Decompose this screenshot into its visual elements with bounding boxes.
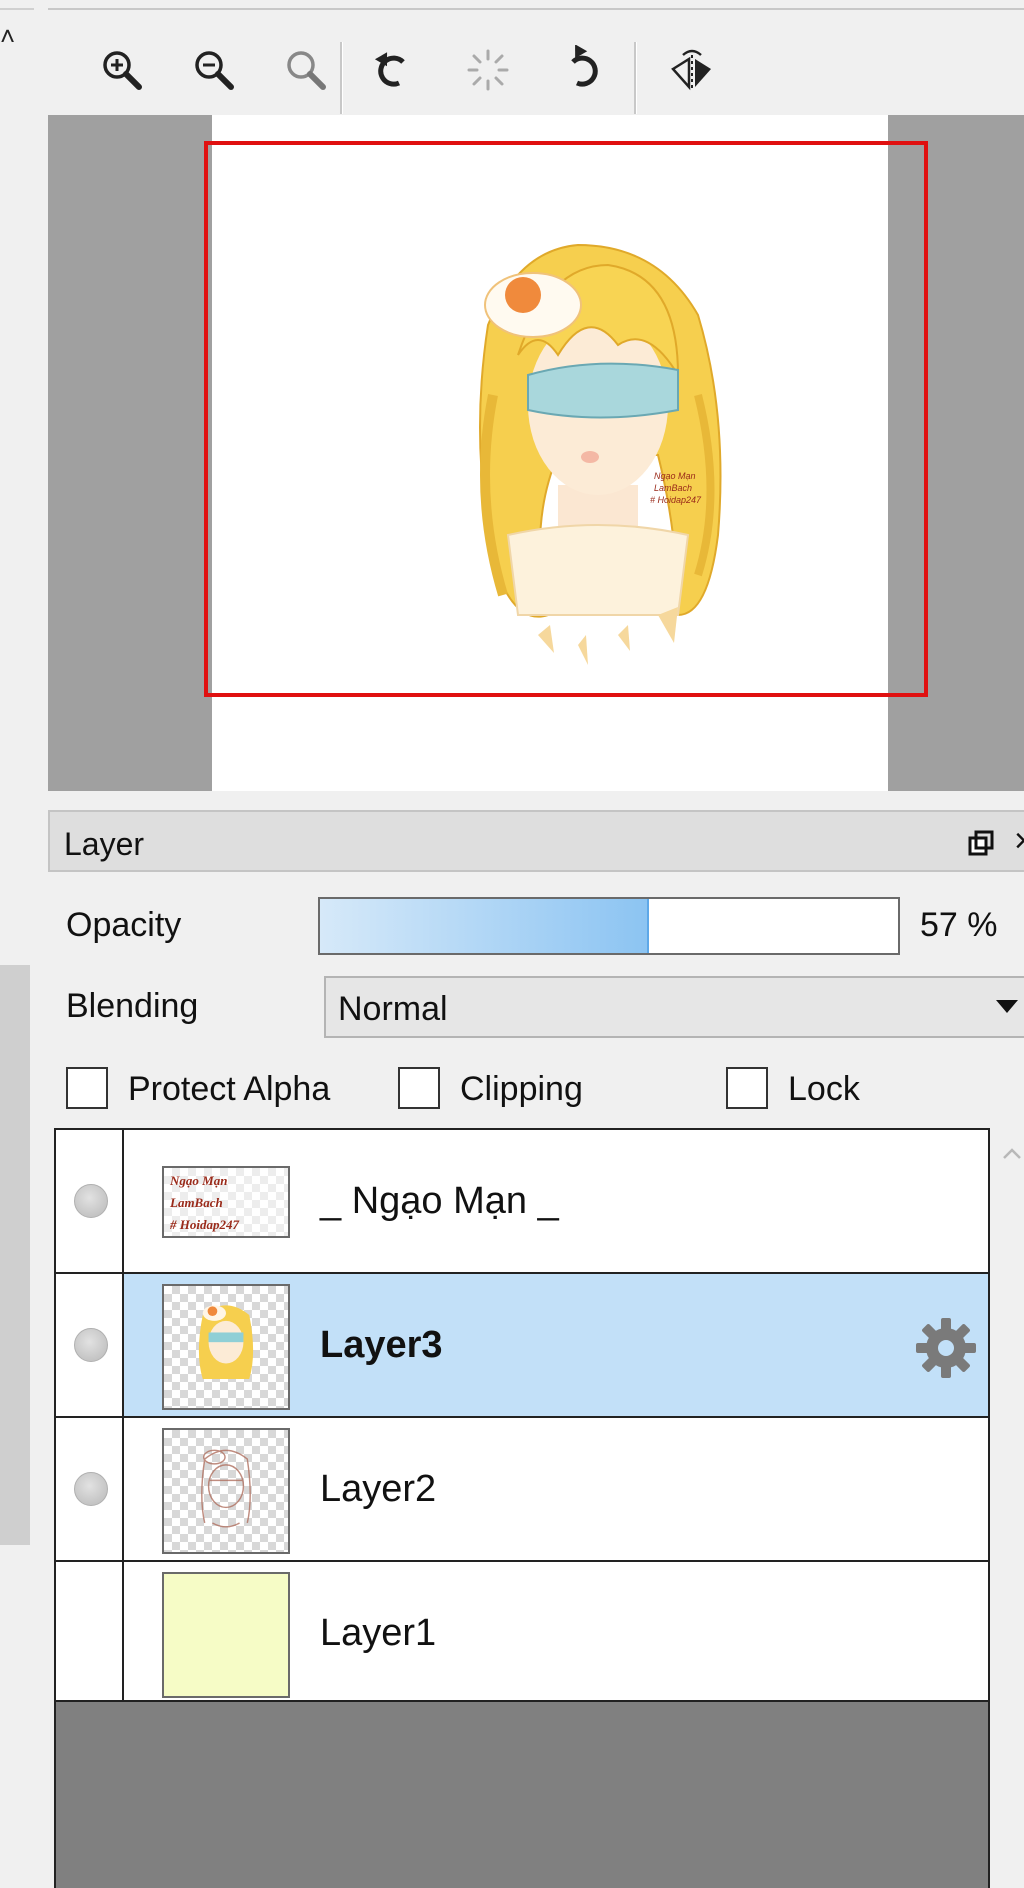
layer-row[interactable]: Layer2 [56, 1418, 988, 1562]
lock-checkbox[interactable] [726, 1067, 768, 1109]
collapse-up-icon[interactable]: ˄ [0, 23, 16, 49]
zoom-out-button[interactable] [184, 40, 244, 100]
layer-thumbnail: Ngạo Mạn LamBach # Hoidap247 [162, 1166, 290, 1238]
left-panel-edge [0, 0, 34, 10]
opacity-value: 57 % [920, 906, 998, 944]
visibility-toggle[interactable] [56, 1130, 124, 1272]
visibility-toggle[interactable] [56, 1418, 124, 1560]
blending-dropdown[interactable]: Normal [324, 976, 1024, 1038]
navigator-toolbar [48, 14, 1024, 114]
flip-horizontal-icon [671, 49, 711, 91]
visibility-toggle[interactable] [56, 1562, 124, 1700]
scroll-up-chevron-icon[interactable] [1002, 1144, 1022, 1164]
left-scrollbar[interactable] [0, 965, 30, 1545]
flip-horizontal-button[interactable] [662, 40, 722, 100]
rotate-right-button[interactable] [552, 40, 612, 100]
panel-top-border [48, 0, 1024, 10]
layer-name: _ Ngạo Mạn _ [320, 1180, 559, 1222]
lock-label: Lock [788, 1070, 860, 1108]
clipping-label: Clipping [460, 1070, 583, 1108]
zoom-in-button[interactable] [92, 40, 152, 100]
viewport-indicator[interactable] [204, 141, 928, 697]
thumbnail-text-line: # Hoidap247 [170, 1217, 239, 1232]
visibility-toggle[interactable] [56, 1274, 124, 1416]
rotate-reset-icon [467, 49, 509, 91]
thumbnail-text-line: LamBach [170, 1195, 223, 1210]
rotate-left-button[interactable] [364, 40, 424, 100]
layer-list[interactable]: Ngạo Mạn LamBach # Hoidap247 _ Ngạo Mạn … [54, 1128, 990, 1888]
panel-title: Layer [64, 826, 145, 862]
visibility-icon [74, 1184, 108, 1218]
protect-alpha-label: Protect Alpha [128, 1070, 331, 1108]
opacity-slider[interactable] [318, 897, 900, 955]
rotate-right-icon [571, 45, 598, 87]
protect-alpha-checkbox[interactable] [66, 1067, 108, 1109]
zoom-reset-button[interactable] [276, 40, 336, 100]
float-panel-icon[interactable] [966, 828, 996, 858]
rotate-reset-button[interactable] [458, 40, 518, 100]
layer-thumbnail [162, 1572, 290, 1698]
layer-row[interactable]: Layer1 [56, 1562, 988, 1702]
dropdown-arrow-icon [996, 1000, 1018, 1013]
opacity-label: Opacity [66, 906, 182, 944]
layer-row[interactable]: Ngạo Mạn LamBach # Hoidap247 _ Ngạo Mạn … [56, 1130, 988, 1274]
layer3-thumbnail-art [198, 1305, 254, 1379]
layer-name: Layer3 [320, 1324, 443, 1366]
blending-label: Blending [66, 987, 199, 1025]
zoom-in-icon [103, 51, 142, 90]
toolbar-separator [634, 42, 637, 114]
visibility-icon [74, 1472, 108, 1506]
layer-panel-header[interactable]: Layer × [48, 810, 1024, 872]
layer-name: Layer2 [320, 1468, 437, 1510]
layer2-thumbnail-sketch [201, 1449, 251, 1528]
opacity-slider-fill [320, 899, 650, 953]
layer-thumbnail [162, 1428, 290, 1554]
zoom-reset-icon [287, 51, 326, 90]
layer-name: Layer1 [320, 1612, 437, 1654]
blending-selected-value: Normal [338, 990, 448, 1028]
clipping-checkbox[interactable] [398, 1067, 440, 1109]
toolbar-separator [340, 42, 343, 114]
close-panel-icon[interactable]: × [1014, 822, 1024, 861]
visibility-icon [74, 1328, 108, 1362]
layer-row-selected[interactable]: Layer3 [56, 1274, 988, 1418]
thumbnail-text-line: Ngạo Mạn [170, 1173, 228, 1188]
layer-settings-gear-icon[interactable] [912, 1314, 980, 1382]
rotate-left-icon [374, 52, 405, 87]
navigator-preview[interactable]: Ngạo Mạn LamBach # Hoidap247 [48, 115, 1024, 791]
zoom-out-icon [195, 51, 234, 90]
layer-thumbnail [162, 1284, 290, 1410]
